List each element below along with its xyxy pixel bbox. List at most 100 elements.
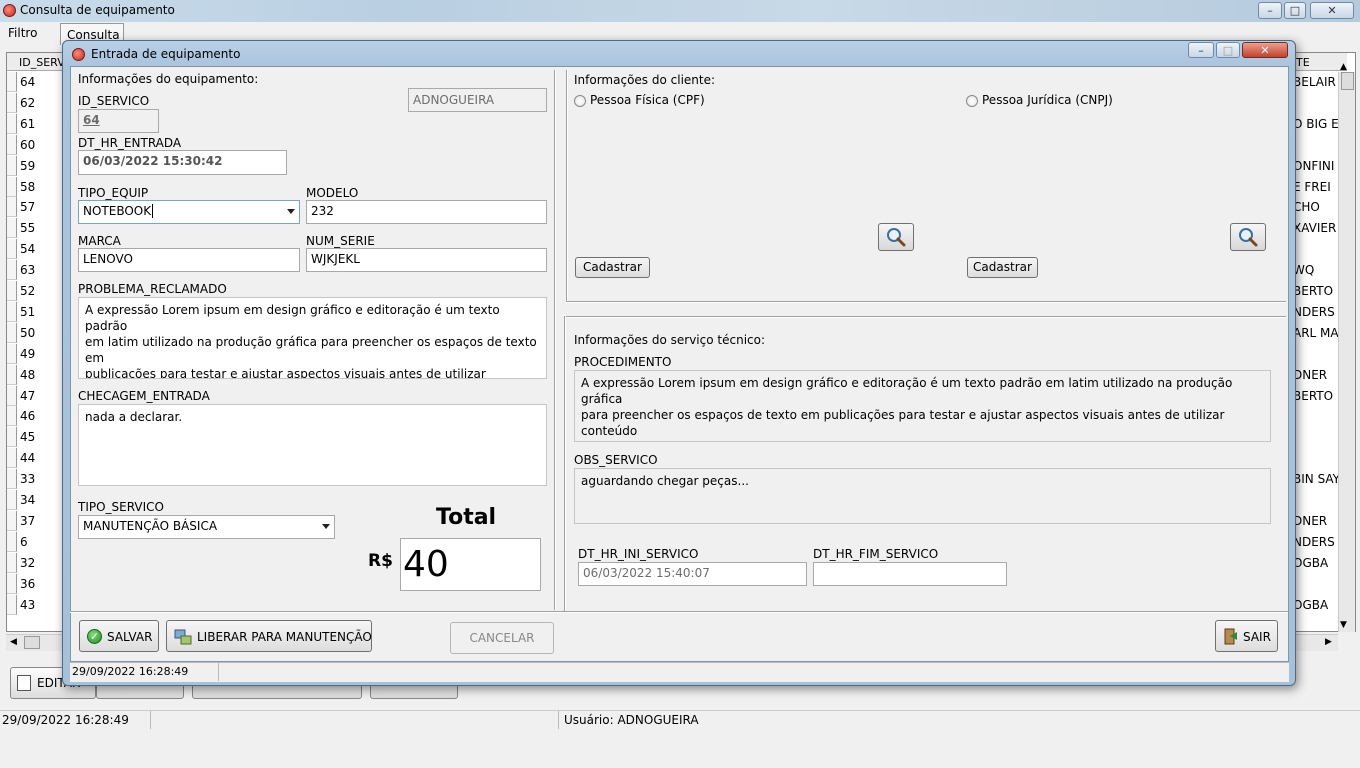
scroll-up-icon[interactable]: ▲ <box>1340 62 1347 72</box>
problema-memo[interactable]: A expressão Lorem ipsum em design gráfic… <box>78 297 547 379</box>
liberar-manutencao-button[interactable]: LIBERAR PARA MANUTENÇÃO <box>166 620 372 652</box>
row-indicator[interactable] <box>7 595 17 615</box>
table-row-id[interactable]: 43 <box>20 598 35 612</box>
pessoa-juridica-label[interactable]: Pessoa Jurídica (CNPJ) <box>982 93 1113 107</box>
dialog-close-icon[interactable]: ✕ <box>1242 42 1288 58</box>
row-indicator[interactable] <box>7 365 17 385</box>
marca-field[interactable]: LENOVO <box>78 248 300 272</box>
row-indicator[interactable] <box>7 532 17 552</box>
obs-servico-memo[interactable]: aguardando chegar peças... <box>574 468 1271 524</box>
table-row-client[interactable]: ONFINI <box>1293 159 1338 173</box>
table-row-client[interactable]: BIN SAY <box>1293 472 1338 486</box>
row-indicator[interactable] <box>7 218 17 238</box>
hscroll-thumb[interactable] <box>24 636 40 649</box>
table-row-id[interactable]: 57 <box>20 200 35 214</box>
table-row-client[interactable]: NDERS <box>1293 535 1338 549</box>
table-row-id[interactable]: 55 <box>20 221 35 235</box>
table-row-client[interactable]: XAVIER <box>1293 221 1338 235</box>
checagem-memo[interactable]: nada a declarar. <box>78 404 547 486</box>
row-indicator[interactable] <box>7 574 17 594</box>
row-indicator[interactable] <box>7 114 17 134</box>
scroll-right-icon[interactable]: ▶ <box>1325 637 1332 647</box>
row-indicator[interactable] <box>7 323 17 343</box>
table-row-id[interactable]: 48 <box>20 368 35 382</box>
scroll-left-icon[interactable]: ◀ <box>10 637 17 647</box>
table-row-id[interactable]: 45 <box>20 430 35 444</box>
dialog-minimize-icon[interactable]: – <box>1188 42 1214 58</box>
table-row-id[interactable]: 44 <box>20 451 35 465</box>
row-indicator[interactable] <box>7 302 17 322</box>
menu-filtro[interactable]: Filtro <box>8 26 37 40</box>
search-cpf-button[interactable] <box>878 223 914 251</box>
row-indicator[interactable] <box>7 406 17 426</box>
close-icon[interactable]: ✕ <box>1310 2 1354 19</box>
row-indicator[interactable] <box>7 469 17 489</box>
num-serie-field[interactable]: WJKJEKL <box>306 248 547 272</box>
row-indicator[interactable] <box>7 93 17 113</box>
sair-button[interactable]: SAIR <box>1215 620 1278 652</box>
cadastrar-pf-button[interactable]: Cadastrar <box>575 257 650 278</box>
table-row-id[interactable]: 64 <box>20 75 35 89</box>
salvar-button[interactable]: ✓ SALVAR <box>79 620 159 652</box>
table-row-id[interactable]: 63 <box>20 263 35 277</box>
table-row-client[interactable]: BERTO <box>1293 284 1338 298</box>
row-indicator[interactable] <box>7 448 17 468</box>
row-indicator[interactable] <box>7 344 17 364</box>
maximize-icon[interactable]: □ <box>1284 2 1306 19</box>
grid-vertical-scrollbar[interactable] <box>1338 72 1355 632</box>
row-indicator[interactable] <box>7 386 17 406</box>
grid-header-last[interactable]: TE <box>1296 56 1310 69</box>
scroll-thumb[interactable] <box>1341 72 1354 90</box>
table-row-client[interactable]: E FREI <box>1293 180 1338 194</box>
modelo-field[interactable]: 232 <box>306 200 547 224</box>
row-indicator[interactable] <box>7 135 17 155</box>
scroll-down-icon[interactable]: ▼ <box>1340 620 1347 630</box>
cadastrar-pj-button[interactable]: Cadastrar <box>967 257 1038 278</box>
minimize-icon[interactable]: – <box>1258 2 1282 19</box>
table-row-client[interactable]: NDERS <box>1293 305 1338 319</box>
pessoa-fisica-label[interactable]: Pessoa Física (CPF) <box>590 93 705 107</box>
row-indicator[interactable] <box>7 490 17 510</box>
table-row-id[interactable]: 46 <box>20 409 35 423</box>
table-row-id[interactable]: 61 <box>20 117 35 131</box>
table-row-id[interactable]: 50 <box>20 326 35 340</box>
table-row-id[interactable]: 60 <box>20 138 35 152</box>
table-row-client[interactable]: O BIG E <box>1293 117 1338 131</box>
total-field[interactable]: 40 <box>400 538 541 591</box>
table-row-id[interactable]: 36 <box>20 577 35 591</box>
table-row-id[interactable]: 33 <box>20 472 35 486</box>
table-row-id[interactable]: 32 <box>20 556 35 570</box>
row-indicator[interactable] <box>7 553 17 573</box>
row-indicator[interactable] <box>7 72 17 92</box>
dt-hr-entrada-field[interactable]: 06/03/2022 15:30:42 <box>78 150 287 175</box>
table-row-client[interactable]: CHO <box>1293 200 1338 214</box>
row-indicator[interactable] <box>7 281 17 301</box>
table-row-id[interactable]: 51 <box>20 305 35 319</box>
table-row-client[interactable]: BERTO <box>1293 389 1338 403</box>
table-row-client[interactable]: BELAIR <box>1293 75 1338 89</box>
tipo-servico-select[interactable]: MANUTENÇÃO BÁSICA <box>78 515 335 539</box>
pessoa-fisica-radio[interactable] <box>574 95 586 107</box>
table-row-id[interactable]: 54 <box>20 242 35 256</box>
table-row-id[interactable]: 59 <box>20 159 35 173</box>
search-cnpj-button[interactable] <box>1230 223 1266 251</box>
table-row-id[interactable]: 62 <box>20 96 35 110</box>
table-row-client[interactable]: OGBA <box>1293 598 1338 612</box>
row-indicator[interactable] <box>7 511 17 531</box>
row-indicator[interactable] <box>7 197 17 217</box>
row-indicator[interactable] <box>7 156 17 176</box>
table-row-id[interactable]: 58 <box>20 180 35 194</box>
dt-fim-field[interactable] <box>813 562 1007 586</box>
table-row-client[interactable]: DNER <box>1293 514 1338 528</box>
table-row-client[interactable]: DNER <box>1293 368 1338 382</box>
pessoa-juridica-radio[interactable] <box>966 95 978 107</box>
row-indicator[interactable] <box>7 177 17 197</box>
table-row-client[interactable]: WQ <box>1293 263 1338 277</box>
table-row-client[interactable]: OGBA <box>1293 556 1338 570</box>
table-row-id[interactable]: 52 <box>20 284 35 298</box>
row-indicator[interactable] <box>7 260 17 280</box>
table-row-client[interactable]: ARL MA <box>1293 326 1338 340</box>
table-row-id[interactable]: 47 <box>20 389 35 403</box>
table-row-id[interactable]: 49 <box>20 347 35 361</box>
dt-ini-field[interactable]: 06/03/2022 15:40:07 <box>578 562 807 586</box>
